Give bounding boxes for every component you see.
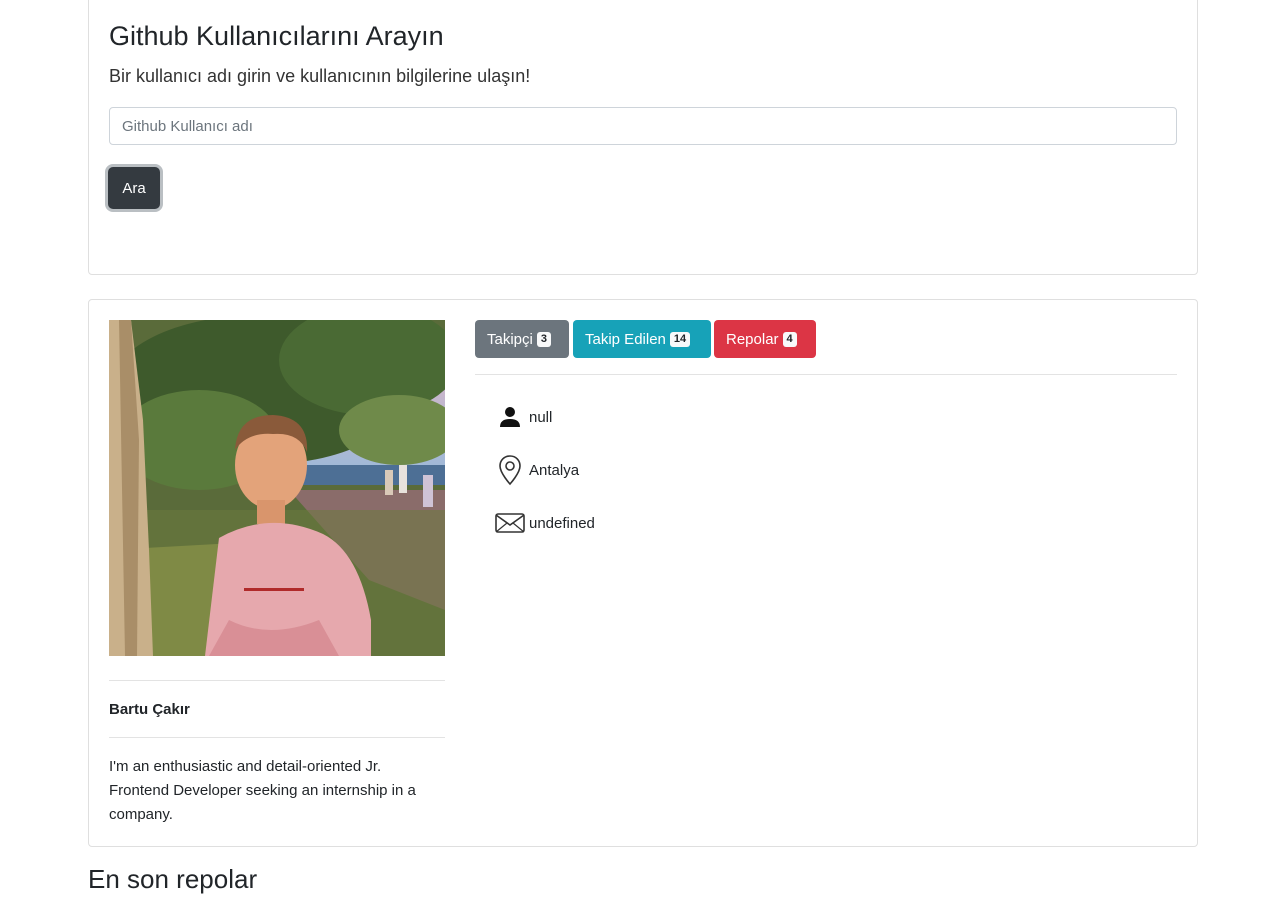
profile-divider-bottom	[109, 737, 445, 738]
followers-button[interactable]: Takipçi 3	[475, 320, 569, 358]
stats-divider	[475, 374, 1177, 375]
recent-repos-heading: En son repolar	[88, 864, 258, 894]
location-value: Antalya	[529, 461, 580, 479]
repos-count-badge: 4	[782, 331, 797, 347]
profile-name: Bartu Çakır	[109, 701, 190, 718]
search-card: Github Kullanıcılarını Arayın Bir kullan…	[88, 0, 1198, 275]
repos-button[interactable]: Repolar 4	[714, 320, 816, 358]
info-email: undefined	[495, 507, 595, 539]
followers-count-badge: 3	[536, 331, 551, 347]
repos-label: Repolar	[726, 330, 779, 348]
username-search-input[interactable]	[109, 107, 1177, 145]
followers-label: Takipçi	[487, 330, 533, 348]
person-icon	[495, 401, 525, 433]
profile-divider-top	[109, 680, 445, 681]
profile-card: Bartu Çakır I'm an enthusiastic and deta…	[88, 299, 1198, 847]
location-pin-icon	[495, 454, 525, 486]
search-subtitle: Bir kullanıcı adı girin ve kullanıcının …	[109, 66, 531, 86]
following-count-badge: 14	[669, 331, 691, 347]
envelope-icon	[495, 507, 525, 539]
info-company: null	[495, 401, 552, 433]
company-value: null	[529, 408, 553, 426]
search-button[interactable]: Ara	[108, 167, 160, 209]
search-title: Github Kullanıcılarını Arayın	[109, 21, 444, 51]
following-button[interactable]: Takip Edilen 14	[573, 320, 711, 358]
avatar	[109, 320, 445, 656]
info-location: Antalya	[495, 454, 579, 486]
email-value: undefined	[529, 514, 595, 532]
profile-bio: I'm an enthusiastic and detail-oriented …	[109, 758, 416, 823]
following-label: Takip Edilen	[585, 330, 666, 348]
